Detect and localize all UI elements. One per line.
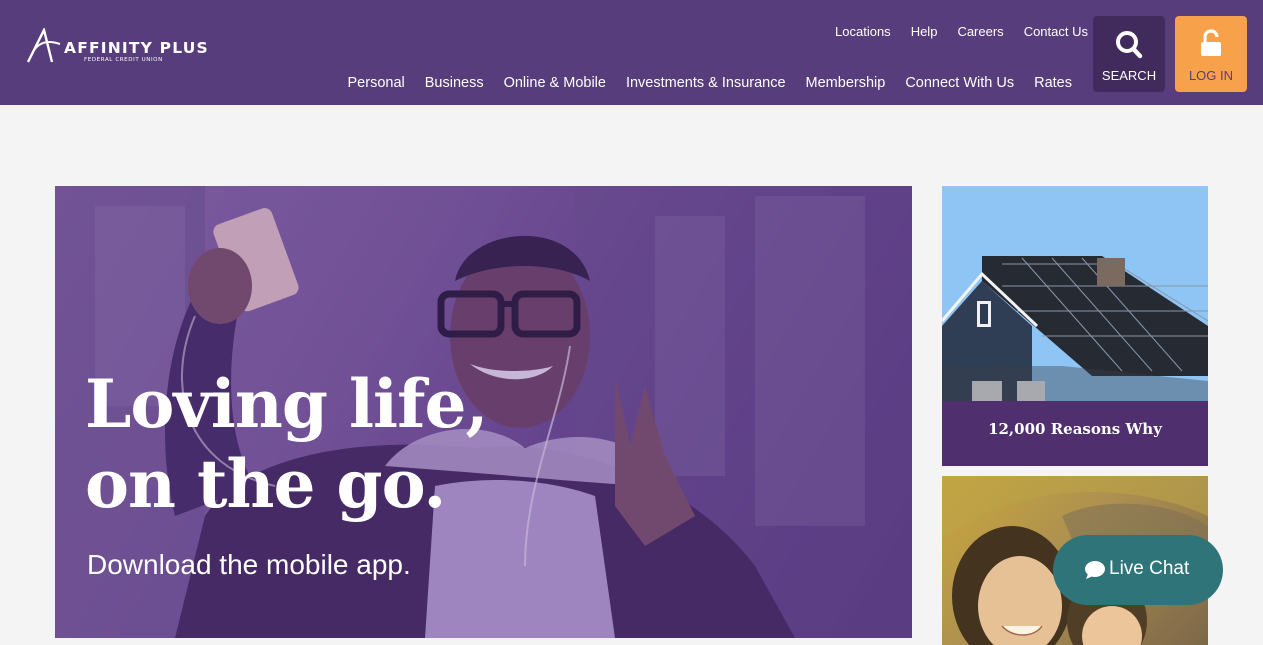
utility-link-help[interactable]: Help — [911, 24, 938, 39]
login-label: LOG IN — [1188, 68, 1234, 83]
nav-item-business[interactable]: Business — [425, 75, 484, 91]
affinity-a-icon — [26, 28, 61, 63]
hero-headline-line-2: on the go. — [85, 445, 446, 523]
nav-item-connect-with-us[interactable]: Connect With Us — [905, 75, 1014, 91]
brand-logo[interactable]: AFFINITY PLUS FEDERAL CREDIT UNION — [26, 28, 208, 70]
hero-subline: Download the mobile app. — [87, 549, 411, 580]
nav-item-personal[interactable]: Personal — [348, 75, 405, 91]
site-header: AFFINITY PLUS FEDERAL CREDIT UNION Locat… — [0, 0, 1263, 105]
brand-tagline: FEDERAL CREDIT UNION — [84, 57, 163, 63]
hero-banner[interactable]: Loving life, on the go. Download the mob… — [55, 186, 912, 638]
utility-link-contact-us[interactable]: Contact Us — [1024, 24, 1088, 39]
promo-card-caption: 12,000 Reasons Why — [942, 401, 1208, 466]
utility-link-careers[interactable]: Careers — [957, 24, 1003, 39]
live-chat-label: Live Chat — [1109, 558, 1190, 579]
search-button[interactable]: SEARCH — [1093, 16, 1165, 92]
chat-bubble-icon — [1085, 561, 1105, 579]
main-nav: Personal Business Online & Mobile Invest… — [348, 75, 1072, 91]
nav-item-online-mobile[interactable]: Online & Mobile — [504, 75, 606, 91]
brand-name: AFFINITY PLUS — [64, 39, 209, 57]
search-label: SEARCH — [1101, 68, 1157, 83]
promo-card-solar[interactable]: 12,000 Reasons Why — [942, 186, 1208, 466]
utility-link-locations[interactable]: Locations — [835, 24, 891, 39]
unlock-icon — [1201, 29, 1221, 56]
search-icon — [1116, 31, 1143, 59]
nav-item-investments-insurance[interactable]: Investments & Insurance — [626, 75, 786, 91]
hero-headline-line-1: Loving life, — [85, 365, 488, 443]
login-button[interactable]: LOG IN — [1175, 16, 1247, 92]
nav-item-rates[interactable]: Rates — [1034, 75, 1072, 91]
live-chat-button[interactable]: Live Chat — [1053, 535, 1223, 605]
hero-headline: Loving life, on the go. — [85, 364, 488, 524]
utility-nav: Locations Help Careers Contact Us — [835, 24, 1088, 39]
nav-item-membership[interactable]: Membership — [806, 75, 886, 91]
solar-house-photo — [942, 186, 1208, 401]
